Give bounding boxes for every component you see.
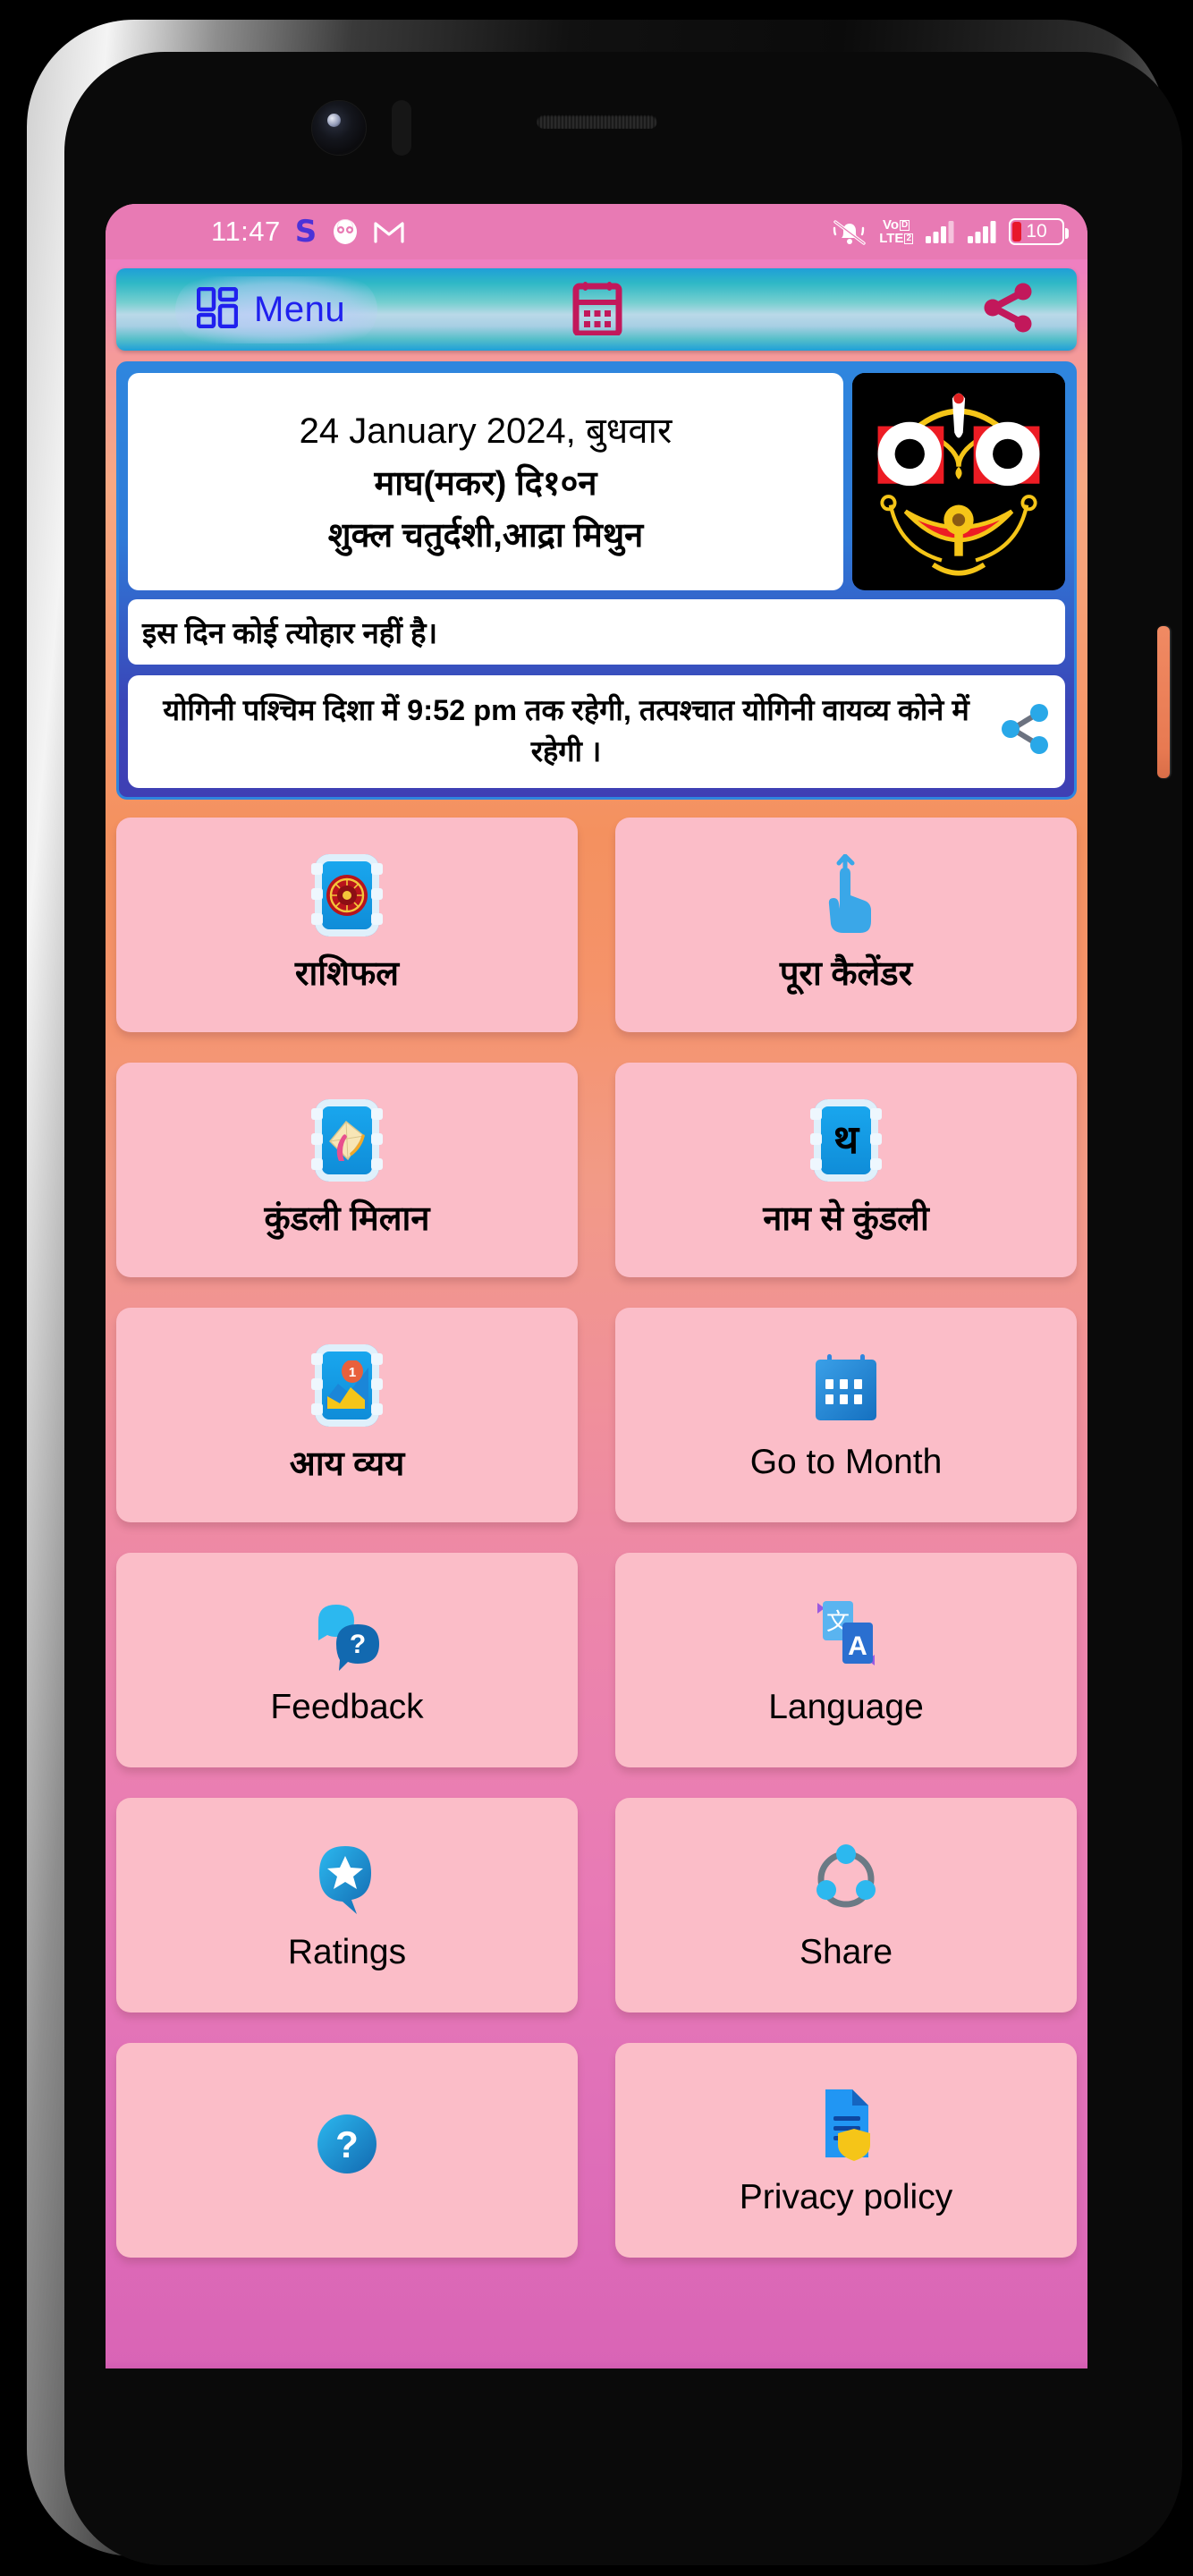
pointing-hand-icon xyxy=(810,854,882,936)
tile-language[interactable]: 文 A Language xyxy=(615,1553,1077,1768)
share-icon xyxy=(980,280,1036,340)
tile-ratings[interactable]: Ratings xyxy=(116,1798,578,2013)
tile-label: Share xyxy=(799,1933,893,1972)
gregorian-date: 24 January 2024, बुधवार xyxy=(299,411,673,451)
translate-icon: 文 A xyxy=(810,1593,882,1675)
lord-jagannath-icon xyxy=(852,373,1065,590)
snapchat-icon xyxy=(331,217,360,246)
tile-go-to-month[interactable]: Go to Month xyxy=(615,1308,1077,1523)
privacy-document-icon xyxy=(813,2083,879,2165)
menu-button[interactable]: Menu xyxy=(175,275,378,343)
tile-full-calendar[interactable]: पूरा कैलेंडर xyxy=(615,818,1077,1033)
svg-text:A: A xyxy=(848,1631,867,1661)
tile-privacy-policy[interactable]: Privacy policy xyxy=(615,2043,1077,2258)
yogini-text: योगिनी पश्चिम दिशा में 9:52 pm तक रहेगी,… xyxy=(163,694,969,768)
tile-label: कुंडली मिलान xyxy=(264,1200,430,1239)
tile-income-expense[interactable]: 1 आय व्यय xyxy=(116,1308,578,1523)
tile-label: नाम से कुंडली xyxy=(763,1200,929,1239)
day-info-panel: 24 January 2024, बुधवार माघ(मकर) दि१०न श… xyxy=(116,361,1077,801)
yogini-bar: योगिनी पश्चिम दिशा में 9:52 pm तक रहेगी,… xyxy=(128,675,1065,789)
tithi-nakshatra: शुक्ल चतुर्दशी,आद्रा मिथुन xyxy=(327,517,644,555)
volte-secondary-label: LTE xyxy=(879,231,904,246)
tile-label: राशिफल xyxy=(294,955,400,994)
tile-feedback[interactable]: ? Feedback xyxy=(116,1553,578,1768)
volte-primary-label: Vo xyxy=(882,217,900,233)
calendar-month-icon xyxy=(812,1348,880,1430)
letter-tha-icon: थ xyxy=(810,1099,882,1182)
signal-2-icon xyxy=(967,219,997,244)
help-circle-icon: ? xyxy=(314,2103,380,2185)
skype-icon: S xyxy=(294,214,317,250)
tile-label: Language xyxy=(768,1688,924,1727)
toolbar-share-button[interactable] xyxy=(980,280,1036,340)
tile-label: Privacy policy xyxy=(739,2178,953,2217)
horoscope-chart-icon xyxy=(311,1099,383,1182)
front-camera-icon xyxy=(311,100,367,156)
tile-rashifal[interactable]: राशिफल xyxy=(116,818,578,1033)
festival-bar[interactable]: इस दिन कोई त्योहार नहीं है। xyxy=(128,599,1065,665)
mute-bell-icon xyxy=(832,216,867,247)
question-bubble-icon: ? xyxy=(309,1593,385,1675)
tile-label: Ratings xyxy=(287,1933,407,1972)
signal-1-icon xyxy=(925,219,955,244)
calendar-icon xyxy=(572,280,622,340)
tile-kundali-matching[interactable]: कुंडली मिलान xyxy=(116,1063,578,1278)
proximity-sensor-icon xyxy=(392,100,411,156)
tile-help[interactable]: ? xyxy=(116,2043,578,2258)
tile-label: Feedback xyxy=(270,1688,424,1727)
volte-icon: Vo D LTE 2 xyxy=(879,218,913,245)
gmail-icon xyxy=(374,219,404,244)
volte-data-badge: D xyxy=(900,219,910,231)
status-bar: 11:47 S Vo D LTE 2 10 xyxy=(106,204,1087,259)
expense-chart-icon: 1 xyxy=(311,1344,383,1428)
svg-text:?: ? xyxy=(350,1630,366,1659)
app-toolbar: Menu xyxy=(116,268,1077,351)
yogini-share-button[interactable] xyxy=(995,701,1054,761)
battery-level-label: 10 xyxy=(1026,221,1047,242)
volte-sim-badge: 2 xyxy=(904,233,913,244)
earpiece-speaker xyxy=(537,114,657,129)
power-button[interactable] xyxy=(1157,626,1170,778)
grid-menu-icon xyxy=(196,286,239,333)
tile-share[interactable]: Share xyxy=(615,1798,1077,2013)
hindu-month: माघ(मकर) दि१०न xyxy=(374,465,597,503)
zodiac-wheel-icon xyxy=(311,854,383,937)
tile-label: आय व्यय xyxy=(289,1445,405,1484)
tile-label: पूरा कैलेंडर xyxy=(779,955,913,994)
tile-kundali-by-name[interactable]: थ नाम से कुंडली xyxy=(615,1063,1077,1278)
date-card[interactable]: 24 January 2024, बुधवार माघ(मकर) दि१०न श… xyxy=(128,373,843,590)
battery-icon: 10 xyxy=(1009,218,1069,245)
status-bar-clock: 11:47 xyxy=(211,216,281,247)
star-bubble-icon xyxy=(312,1838,382,1920)
menu-grid: राशिफल पूरा कैलेंडर कुंडली मिलान थ नाम स… xyxy=(116,818,1077,2258)
date-row: 24 January 2024, बुधवार माघ(मकर) दि१०न श… xyxy=(128,373,1065,590)
menu-button-label: Menu xyxy=(254,289,346,329)
phone-screen: 11:47 S Vo D LTE 2 10 Menu 24 January 20… xyxy=(106,204,1087,2368)
tile-label: Go to Month xyxy=(749,1443,943,1482)
share-nodes-icon xyxy=(810,1838,882,1920)
screen-bottom-fade xyxy=(106,2360,1087,2368)
share-icon xyxy=(997,701,1053,761)
toolbar-calendar-button[interactable] xyxy=(572,280,622,340)
svg-text:?: ? xyxy=(335,2123,359,2165)
